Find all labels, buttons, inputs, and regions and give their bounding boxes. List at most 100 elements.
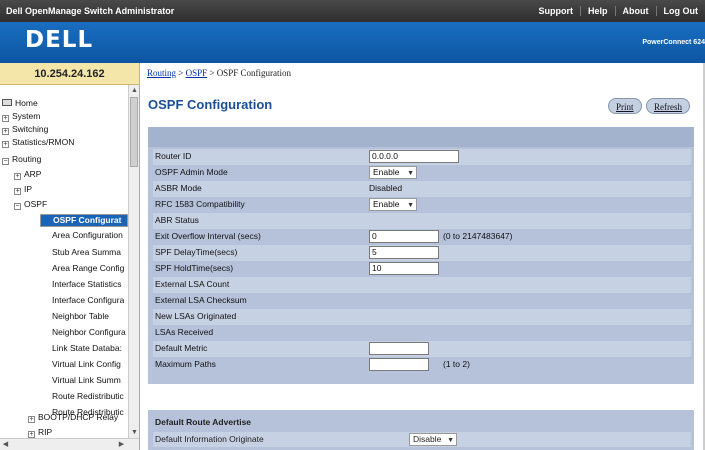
logout-link[interactable]: Log Out [655, 6, 705, 16]
field-label: External LSA Checksum [155, 295, 247, 305]
sidebar-item-interface-configuration[interactable]: Interface Configura [52, 294, 124, 307]
form-row-default-metric: Default Metric [153, 341, 691, 357]
sidebar-vertical-scrollbar[interactable]: ▲ ▼ [128, 85, 139, 438]
sidebar-item-label: Virtual Link Summ [52, 375, 121, 385]
product-name: PowerConnect 624 [642, 39, 705, 46]
field-label: Default Metric [155, 343, 208, 353]
sidebar-item-stub-area-summary[interactable]: Stub Area Summa [52, 246, 121, 259]
expand-icon[interactable]: + [14, 188, 21, 195]
ospf-config-panel: Router ID 0.0.0.0 OSPF Admin Mode Enable… [148, 127, 694, 384]
banner: DELL PowerConnect 624 [0, 22, 705, 63]
sidebar-item-route-redistribution-1[interactable]: Route Redistributic [52, 390, 124, 403]
select-value: Disable [413, 434, 442, 444]
sidebar-item-label: Home [15, 98, 38, 108]
sidebar-item-system[interactable]: + System [2, 110, 40, 123]
top-links: Support Help About Log Out [531, 0, 705, 22]
sidebar-horizontal-scrollbar[interactable]: ◀ ▶ [0, 438, 139, 450]
collapse-icon[interactable]: − [2, 158, 9, 165]
field-label: Router ID [155, 151, 192, 161]
breadcrumb: Routing > OSPF > OSPF Configuration [147, 68, 291, 78]
breadcrumb-ospf-link[interactable]: OSPF [186, 68, 208, 78]
navigation-tree: Home + System + Switching + Statistics/RMON… [0, 85, 128, 438]
sidebar-item-arp[interactable]: + ARP [14, 168, 41, 181]
scroll-up-icon[interactable]: ▲ [129, 85, 139, 96]
field-label: RFC 1583 Compatibility [155, 199, 245, 209]
form-row-default-information-originate: Default Information Originate Disable ▼ [153, 432, 691, 447]
scroll-left-icon[interactable]: ◀ [0, 439, 11, 450]
sidebar-item-neighbor-configuration[interactable]: Neighbor Configura [52, 326, 126, 339]
form-row-spf-hold: SPF HoldTime(secs) 10 [153, 261, 691, 277]
default-metric-input[interactable] [369, 342, 429, 355]
form-row-maximum-paths: Maximum Paths (1 to 2) [153, 357, 691, 373]
sidebar-item-routing[interactable]: − Routing [2, 153, 41, 166]
default-route-panel: Default Route Advertise Default Informat… [148, 410, 694, 450]
breadcrumb-separator: > [207, 68, 217, 78]
exit-overflow-input[interactable]: 0 [369, 230, 439, 243]
sidebar-item-label: IP [24, 184, 33, 194]
sidebar-item-label: Interface Configura [52, 295, 125, 305]
breadcrumb-routing-link[interactable]: Routing [147, 68, 176, 78]
range-hint: (1 to 2) [443, 359, 470, 369]
field-label: New LSAs Originated [155, 311, 237, 321]
sidebar-item-virtual-link-summary[interactable]: Virtual Link Summ [52, 374, 121, 387]
page-title: OSPF Configuration [148, 97, 273, 112]
sidebar-item-label: BOOTP/DHCP Relay [38, 412, 119, 422]
expand-icon[interactable]: + [28, 431, 35, 438]
about-link[interactable]: About [614, 6, 656, 16]
print-button[interactable]: Print [608, 98, 642, 114]
sidebar-item-interface-statistics[interactable]: Interface Statistics [52, 278, 121, 291]
form-row-rfc1583: RFC 1583 Compatibility Enable ▼ [153, 197, 691, 213]
spf-hold-input[interactable]: 10 [369, 262, 439, 275]
sidebar-item-statistics[interactable]: + Statistics/RMON [2, 136, 74, 149]
expand-icon[interactable]: + [2, 115, 9, 122]
form-row-spf-delay: SPF DelayTime(secs) 5 [153, 245, 691, 261]
field-label: Exit Overflow Interval (secs) [155, 231, 261, 241]
scroll-down-icon[interactable]: ▼ [129, 427, 139, 438]
select-value: Enable [373, 199, 400, 209]
sidebar-item-label: Neighbor Configura [52, 327, 126, 337]
field-label: SPF HoldTime(secs) [155, 263, 234, 273]
sidebar-item-label: Neighbor Table [52, 311, 110, 321]
expand-icon[interactable]: + [28, 416, 35, 423]
rfc1583-select[interactable]: Enable ▼ [369, 198, 417, 211]
sidebar-item-home[interactable]: Home [2, 97, 38, 110]
form-row-external-lsa-count: External LSA Count [153, 277, 691, 293]
form-row-router-id: Router ID 0.0.0.0 [153, 149, 691, 165]
scroll-thumb[interactable] [130, 97, 138, 167]
sidebar-item-label: Area Range Config [52, 263, 125, 273]
sidebar-item-switching[interactable]: + Switching [2, 123, 48, 136]
app-title: Dell OpenManage Switch Administrator [6, 6, 175, 16]
scroll-right-icon[interactable]: ▶ [116, 439, 127, 450]
chevron-down-icon: ▼ [407, 170, 414, 177]
expand-icon[interactable]: + [2, 141, 9, 148]
field-label: External LSA Count [155, 279, 230, 289]
sidebar-item-area-range-config[interactable]: Area Range Config [52, 262, 124, 275]
sidebar-item-ip[interactable]: + IP [14, 183, 32, 196]
support-link[interactable]: Support [531, 6, 580, 16]
sidebar-item-bootp-dhcp-relay[interactable]: + BOOTP/DHCP Relay [28, 411, 118, 424]
sidebar-item-link-state-database[interactable]: Link State Databa: [52, 342, 122, 355]
expand-icon[interactable]: + [14, 173, 21, 180]
sidebar-item-virtual-link-config[interactable]: Virtual Link Config [52, 358, 121, 371]
chevron-down-icon: ▼ [447, 437, 454, 444]
help-link[interactable]: Help [579, 6, 615, 16]
field-label: ABR Status [155, 215, 199, 225]
maximum-paths-input[interactable] [369, 358, 429, 371]
sidebar-item-ospf[interactable]: − OSPF [14, 198, 47, 211]
section-title: Default Route Advertise [155, 417, 252, 427]
field-label: Default Information Originate [155, 434, 264, 444]
sidebar-item-neighbor-table[interactable]: Neighbor Table [52, 310, 109, 323]
refresh-button[interactable]: Refresh [646, 98, 690, 114]
sidebar-item-label: Statistics/RMON [12, 137, 75, 147]
expand-icon[interactable]: + [2, 128, 9, 135]
sidebar-item-area-configuration[interactable]: Area Configuration [52, 229, 123, 242]
sidebar-item-ospf-configuration[interactable]: OSPF Configurat [40, 214, 128, 227]
router-id-input[interactable]: 0.0.0.0 [369, 150, 459, 163]
field-label: SPF DelayTime(secs) [155, 247, 238, 257]
collapse-icon[interactable]: − [14, 203, 21, 210]
spf-delay-input[interactable]: 5 [369, 246, 439, 259]
sidebar-item-label: OSPF [24, 199, 48, 209]
ospf-admin-mode-select[interactable]: Enable ▼ [369, 166, 417, 179]
main-content: Routing > OSPF > OSPF Configuration OSPF… [141, 63, 705, 450]
default-info-originate-select[interactable]: Disable ▼ [409, 433, 457, 446]
